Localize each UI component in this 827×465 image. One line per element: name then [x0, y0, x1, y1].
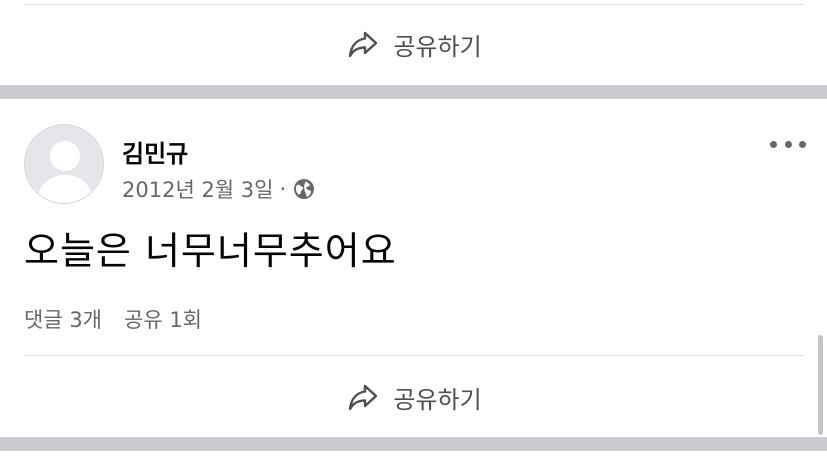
share-label: 공유하기: [393, 385, 482, 414]
default-avatar-icon: [25, 125, 103, 203]
post-meta: 2012년 2월 3일 ·: [122, 174, 316, 204]
post-text: 오늘은 너무너무추어요: [24, 229, 397, 273]
divider: [24, 355, 804, 356]
share-count[interactable]: 공유 1회: [124, 304, 202, 334]
comment-count[interactable]: 댓글 3개: [24, 304, 102, 334]
more-options-icon[interactable]: [770, 136, 806, 152]
post-date[interactable]: 2012년 2월 3일: [122, 174, 273, 204]
divider: [24, 4, 804, 5]
avatar[interactable]: [24, 124, 104, 204]
globe-icon: [294, 179, 315, 199]
share-button[interactable]: 공유하기: [0, 377, 827, 417]
share-label: 공유하기: [393, 32, 482, 61]
post-stats: 댓글 3개 공유 1회: [24, 304, 202, 334]
share-arrow-icon: [349, 384, 378, 411]
feed: 공유하기 김민규 2012년 2월 3일 · 오늘은 너무너무추어요 댓글 3개…: [0, 0, 827, 465]
post-separator: [0, 85, 827, 99]
scrollbar[interactable]: [818, 335, 823, 435]
share-arrow-icon: [349, 31, 378, 58]
post-separator: [0, 437, 827, 451]
author-name[interactable]: 김민규: [122, 134, 188, 169]
meta-separator: ·: [279, 177, 287, 201]
share-button[interactable]: 공유하기: [0, 24, 827, 64]
